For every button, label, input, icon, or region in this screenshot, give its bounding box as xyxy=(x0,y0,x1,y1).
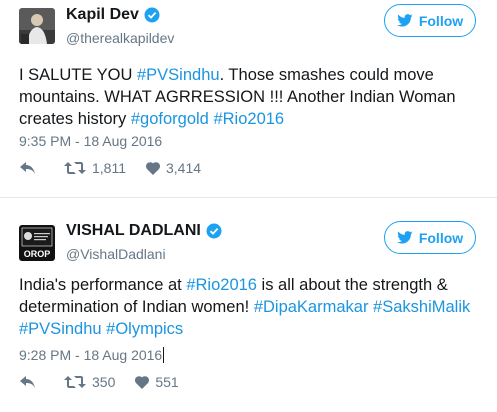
reply-icon xyxy=(20,376,35,388)
hashtag-link[interactable]: #Rio2016 xyxy=(213,110,284,128)
display-name[interactable]: VISHAL DADLANI xyxy=(66,222,201,240)
tweet-text-segment: I SALUTE YOU xyxy=(19,66,137,84)
tweet-card: OROP VISHAL DADLANI @VishalDadlani Follo… xyxy=(0,212,497,412)
tweet-text: I SALUTE YOU #PVSindhu. Those smashes co… xyxy=(19,64,489,130)
hashtag-link[interactable]: #Rio2016 xyxy=(186,276,257,294)
heart-icon xyxy=(135,375,150,389)
reply-button[interactable] xyxy=(19,161,42,175)
display-name[interactable]: Kapil Dev xyxy=(66,6,139,24)
bird-icon xyxy=(397,14,413,27)
verified-badge-icon xyxy=(144,7,160,23)
tweet-text-segment: India's performance at xyxy=(19,276,187,294)
follow-button[interactable]: Follow xyxy=(384,221,476,254)
follow-button[interactable]: Follow xyxy=(384,4,476,37)
text-cursor xyxy=(163,347,165,363)
retweet-count: 1,811 xyxy=(92,160,126,176)
hashtag-link[interactable]: #PVSindhu xyxy=(19,320,102,338)
follow-label: Follow xyxy=(418,229,464,246)
tweet-card: Kapil Dev @therealkapildev Follow I SALU… xyxy=(0,0,497,198)
reply-icon xyxy=(20,162,35,174)
tweet-timestamp[interactable]: 9:35 PM - 18 Aug 2016 xyxy=(19,133,162,149)
hashtag-link[interactable]: #PVSindhu xyxy=(137,66,220,84)
avatar-text: OROP xyxy=(24,249,51,259)
like-count: 3,414 xyxy=(166,160,202,176)
tweet-timestamp[interactable]: 9:28 PM - 18 Aug 2016 xyxy=(19,347,165,363)
user-name-row: VISHAL DADLANI xyxy=(66,222,222,240)
avatar[interactable] xyxy=(19,8,55,44)
tweet-actions: 1,811 3,414 xyxy=(19,160,221,176)
hashtag-link[interactable]: #Olympics xyxy=(106,320,183,338)
like-count: 551 xyxy=(155,374,179,390)
user-handle[interactable]: @therealkapildev xyxy=(66,30,174,46)
reply-button[interactable] xyxy=(19,375,42,389)
bird-icon xyxy=(397,231,413,244)
retweet-button[interactable]: 350 xyxy=(64,374,115,390)
user-name-row: Kapil Dev xyxy=(66,6,160,24)
avatar[interactable]: OROP xyxy=(19,225,55,261)
like-button[interactable]: 551 xyxy=(135,374,179,390)
retweet-icon xyxy=(64,376,86,388)
hashtag-link[interactable]: #goforgold xyxy=(131,110,209,128)
hashtag-link[interactable]: #SakshiMalik xyxy=(373,298,470,316)
retweet-icon xyxy=(64,162,86,174)
hashtag-link[interactable]: #DipaKarmakar xyxy=(254,298,369,316)
tweet-text: India's performance at #Rio2016 is all a… xyxy=(19,274,489,340)
retweet-button[interactable]: 1,811 xyxy=(64,160,126,176)
heart-icon xyxy=(146,161,160,175)
follow-label: Follow xyxy=(418,12,464,29)
user-handle[interactable]: @VishalDadlani xyxy=(66,246,166,262)
like-button[interactable]: 3,414 xyxy=(146,160,201,176)
retweet-count: 350 xyxy=(92,374,116,390)
tweet-actions: 350 551 xyxy=(19,374,199,390)
timestamp-text: 9:28 PM - 18 Aug 2016 xyxy=(19,347,163,363)
verified-badge-icon xyxy=(206,223,222,239)
